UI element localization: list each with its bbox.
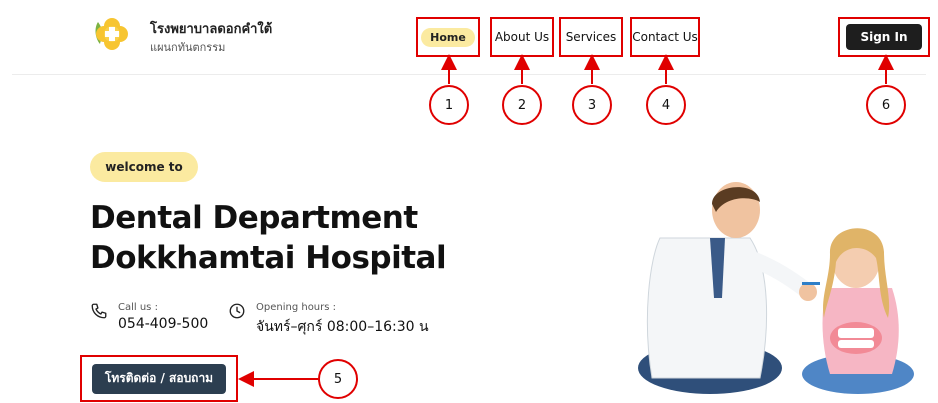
call-label: Call us : (118, 302, 158, 313)
cta-highlight[interactable]: โทรติดต่อ / สอบถาม (80, 355, 238, 402)
header-divider (12, 74, 926, 75)
hours-label: Opening hours : (256, 302, 337, 313)
title-line-2: Dokkhamtai Hospital (90, 240, 447, 276)
callout-3: 3 (572, 85, 612, 125)
welcome-badge: welcome to (90, 152, 198, 182)
nav-contact-link[interactable]: Contact Us (632, 30, 698, 44)
hospital-logo-icon (95, 18, 128, 50)
dentist-child-illustration (638, 182, 914, 394)
callout-6: 6 (866, 85, 906, 125)
hospital-name: โรงพยาบาลดอกคำใต้ (150, 22, 273, 37)
title-line-1: Dental Department (90, 200, 418, 236)
signin-highlight[interactable]: Sign In (838, 17, 930, 57)
nav-about-link[interactable]: About Us (495, 30, 549, 44)
callout-5: 5 (318, 359, 358, 399)
nav-services-highlight[interactable]: Services (559, 17, 623, 57)
callout-1: 1 (429, 85, 469, 125)
clock-icon (229, 303, 245, 319)
nav-about-highlight[interactable]: About Us (490, 17, 554, 57)
opening-hours: จันทร์–ศุกร์ 08:00–16:30 น (256, 319, 429, 335)
department-name: แผนกทันตกรรม (150, 41, 226, 54)
phone-icon (91, 303, 107, 319)
nav-home-highlight[interactable]: Home (416, 17, 480, 57)
signin-button[interactable]: Sign In (846, 24, 922, 50)
nav-contact-highlight[interactable]: Contact Us (630, 17, 700, 57)
page-title: Dental Department Dokkhamtai Hospital (90, 198, 447, 278)
nav-services-link[interactable]: Services (566, 30, 617, 44)
callout-2: 2 (502, 85, 542, 125)
nav-home-link[interactable]: Home (421, 27, 475, 47)
callout-4: 4 (646, 85, 686, 125)
contact-cta-button[interactable]: โทรติดต่อ / สอบถาม (92, 363, 226, 394)
phone-number: 054-409-500 (118, 316, 209, 332)
